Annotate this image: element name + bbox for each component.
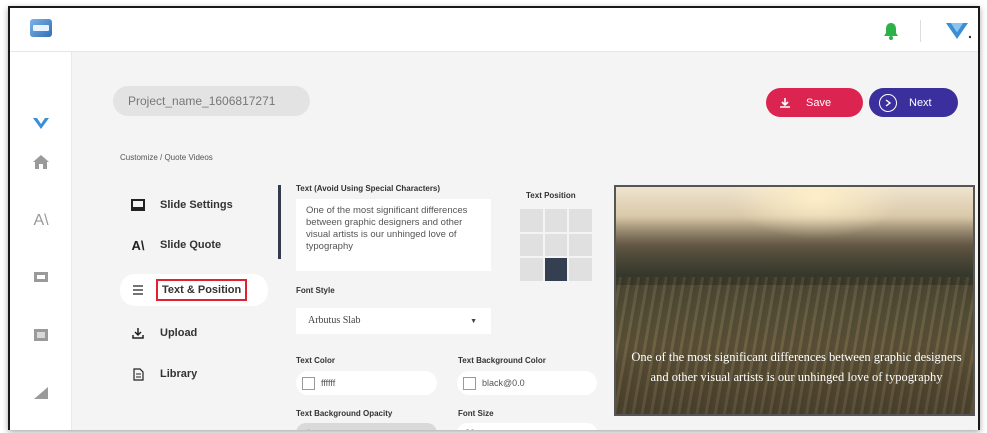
font-icon: A\: [131, 237, 145, 253]
save-label: Save: [806, 96, 832, 109]
library-icon: [130, 366, 146, 382]
position-middle-right[interactable]: [569, 233, 592, 257]
quote-text-input[interactable]: One of the most significant differences …: [296, 199, 491, 271]
position-bottom-right[interactable]: [569, 258, 592, 281]
menu-item-label: Upload: [160, 327, 198, 339]
text-align-icon: [130, 282, 146, 298]
bg-opacity-input[interactable]: 0: [296, 423, 437, 430]
bg-opacity-label: Text Background Opacity: [296, 409, 393, 418]
text-color-label: Text Color: [296, 356, 335, 365]
breadcrumb: Customize / Quote Videos: [120, 153, 213, 162]
bell-icon[interactable]: [883, 22, 899, 40]
menu-accent-bar: [278, 185, 281, 259]
preview-quote-text: One of the most significant differences …: [631, 350, 962, 384]
position-bottom-left[interactable]: [520, 258, 543, 281]
app-window: A\ Project_name_1606817271 Save Next Cus…: [8, 6, 980, 430]
font-style-label: Font Style: [296, 286, 335, 295]
menu-item-label: Slide Settings: [160, 199, 233, 211]
text-color-swatch[interactable]: [302, 376, 315, 390]
media-icon[interactable]: [30, 266, 52, 288]
position-middle-left[interactable]: [520, 233, 543, 257]
menu-item-slide-settings[interactable]: Slide Settings: [120, 190, 270, 220]
font-size-label: Font Size: [458, 409, 494, 418]
next-label: Next: [909, 96, 932, 109]
bg-color-swatch[interactable]: [463, 376, 476, 390]
menu-item-upload[interactable]: Upload: [120, 318, 270, 348]
menu-item-text-position[interactable]: Text & Position: [120, 274, 268, 306]
save-button[interactable]: Save: [766, 88, 863, 117]
caret-down-icon: ▼: [470, 317, 477, 325]
menu-item-label: Text & Position: [156, 279, 248, 301]
text-icon[interactable]: A\: [30, 210, 52, 232]
text-position-label: Text Position: [526, 191, 576, 200]
font-style-select[interactable]: Arbutus Slab ▼: [296, 308, 491, 334]
text-color-field[interactable]: ffffff: [296, 371, 437, 395]
project-name-field[interactable]: Project_name_1606817271: [113, 86, 310, 116]
menu-item-library[interactable]: Library: [120, 359, 270, 389]
text-field-label: Text (Avoid Using Special Characters): [296, 184, 441, 193]
font-style-value: Arbutus Slab: [308, 315, 361, 326]
position-top-right[interactable]: [569, 209, 592, 232]
top-bar: [10, 8, 978, 52]
menu-item-slide-quote[interactable]: A\ Slide Quote: [120, 230, 270, 260]
upload-icon: [130, 325, 146, 341]
menu-item-label: Slide Quote: [160, 239, 222, 251]
text-position-grid: [520, 209, 592, 281]
font-size-input[interactable]: 20: [457, 423, 597, 430]
brand-rail-icon[interactable]: [30, 112, 52, 134]
position-top-left[interactable]: [520, 209, 543, 232]
home-icon[interactable]: [30, 151, 52, 173]
brand-chevron-icon[interactable]: [945, 20, 971, 42]
bg-color-value: black@0.0: [482, 378, 525, 388]
chevron-right-icon: [879, 93, 897, 112]
next-button[interactable]: Next: [869, 88, 958, 117]
position-bottom-center[interactable]: [544, 258, 568, 281]
menu-item-label: Library: [160, 368, 198, 380]
app-logo[interactable]: [30, 19, 52, 37]
position-middle-center[interactable]: [544, 233, 568, 257]
icon-rail: A\: [10, 52, 72, 430]
text-color-value: ffffff: [321, 378, 336, 388]
bg-color-field[interactable]: black@0.0: [457, 371, 597, 395]
bg-color-label: Text Background Color: [458, 356, 546, 365]
position-top-center[interactable]: [544, 209, 568, 232]
download-icon: [776, 94, 794, 112]
topbar-divider: [920, 20, 921, 42]
video-preview: One of the most significant differences …: [614, 185, 975, 416]
slide-settings-icon: [130, 197, 146, 213]
film-icon[interactable]: [30, 324, 52, 346]
analytics-icon[interactable]: [30, 382, 52, 404]
preview-background-trees: [616, 215, 973, 285]
